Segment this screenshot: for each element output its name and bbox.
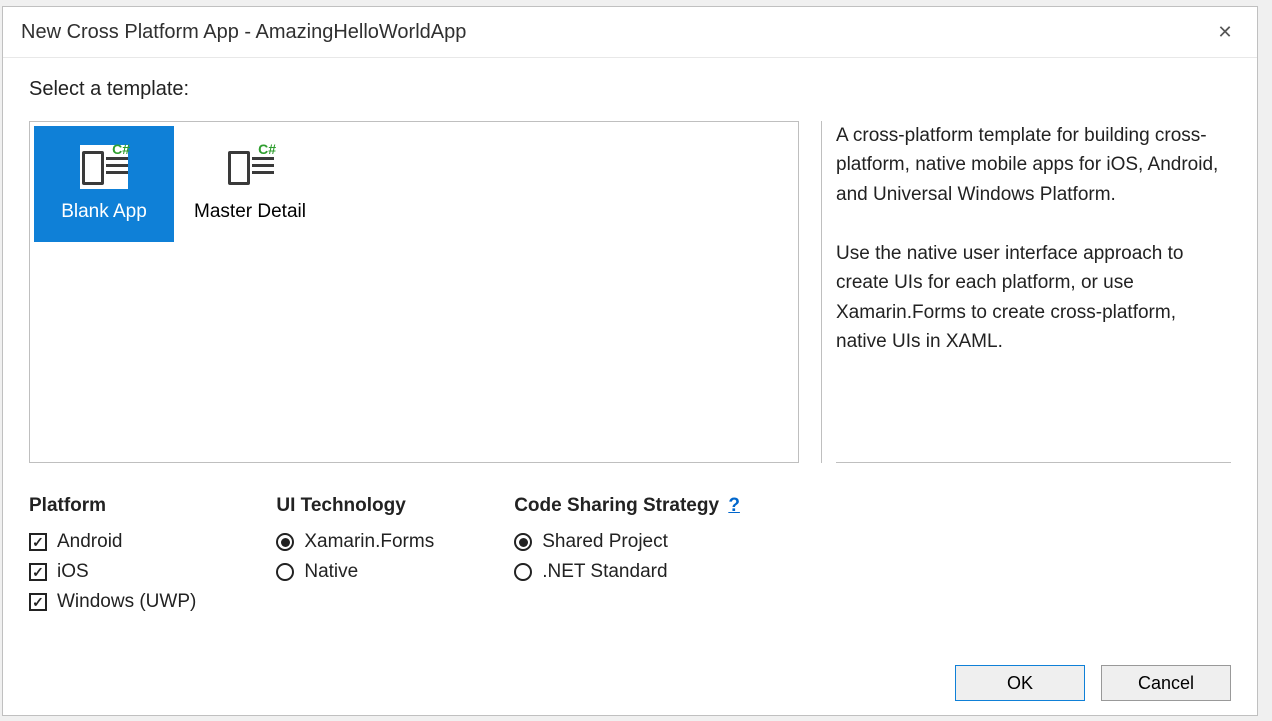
template-app-icon: C# — [226, 145, 274, 189]
platform-column: Platform Android iOS Windows (UWP) — [29, 495, 196, 613]
ui-tech-xamarin-forms-radio[interactable]: Xamarin.Forms — [276, 531, 434, 553]
sharing-shared-project-radio[interactable]: Shared Project — [514, 531, 740, 553]
platform-heading: Platform — [29, 495, 196, 517]
ui-technology-heading: UI Technology — [276, 495, 434, 517]
template-description-panel: A cross-platform template for building c… — [821, 121, 1231, 463]
platform-android-checkbox[interactable]: Android — [29, 531, 196, 553]
template-and-description-row: C# Blank App C# — [29, 121, 1231, 463]
ui-technology-column: UI Technology Xamarin.Forms Native — [276, 495, 434, 613]
radio-icon — [514, 563, 532, 581]
sharing-net-standard-radio[interactable]: .NET Standard — [514, 561, 740, 583]
titlebar: New Cross Platform App - AmazingHelloWor… — [3, 7, 1257, 57]
radio-icon — [276, 563, 294, 581]
template-master-detail[interactable]: C# Master Detail — [180, 126, 320, 242]
radio-icon — [276, 533, 294, 551]
template-label: Blank App — [61, 201, 147, 223]
dialog-footer: OK Cancel — [29, 649, 1231, 701]
new-project-dialog: New Cross Platform App - AmazingHelloWor… — [2, 6, 1258, 716]
code-sharing-column: Code Sharing Strategy ? Shared Project .… — [514, 495, 740, 613]
description-paragraph-2: Use the native user interface approach t… — [836, 239, 1231, 357]
checkbox-icon — [29, 533, 47, 551]
background-partial-text — [1256, 0, 1272, 721]
template-blank-app[interactable]: C# Blank App — [34, 126, 174, 242]
dialog-content: Select a template: C# Blank App — [3, 57, 1257, 715]
ui-tech-native-radio[interactable]: Native — [276, 561, 434, 583]
code-sharing-help-link[interactable]: ? — [728, 495, 740, 516]
radio-label: Native — [304, 561, 358, 583]
close-icon: ✕ — [1217, 22, 1232, 43]
checkbox-icon — [29, 593, 47, 611]
checkbox-icon — [29, 563, 47, 581]
radio-label: Shared Project — [542, 531, 668, 553]
radio-label: .NET Standard — [542, 561, 667, 583]
platform-windows-checkbox[interactable]: Windows (UWP) — [29, 591, 196, 613]
code-sharing-heading: Code Sharing Strategy ? — [514, 495, 740, 517]
ok-button[interactable]: OK — [955, 665, 1085, 701]
checkbox-label: Android — [57, 531, 123, 553]
radio-label: Xamarin.Forms — [304, 531, 434, 553]
radio-icon — [514, 533, 532, 551]
options-row: Platform Android iOS Windows (UWP) UI Te… — [29, 495, 1231, 613]
template-label: Master Detail — [194, 201, 306, 223]
close-button[interactable]: ✕ — [1207, 14, 1243, 50]
template-list[interactable]: C# Blank App C# — [29, 121, 799, 463]
checkbox-label: iOS — [57, 561, 89, 583]
code-sharing-heading-text: Code Sharing Strategy — [514, 495, 719, 516]
template-app-icon: C# — [80, 145, 128, 189]
dialog-title: New Cross Platform App - AmazingHelloWor… — [21, 21, 1207, 44]
description-paragraph-1: A cross-platform template for building c… — [836, 121, 1231, 209]
select-template-label: Select a template: — [29, 78, 1231, 101]
description-divider — [836, 462, 1231, 463]
checkbox-label: Windows (UWP) — [57, 591, 196, 613]
platform-ios-checkbox[interactable]: iOS — [29, 561, 196, 583]
cancel-button[interactable]: Cancel — [1101, 665, 1231, 701]
